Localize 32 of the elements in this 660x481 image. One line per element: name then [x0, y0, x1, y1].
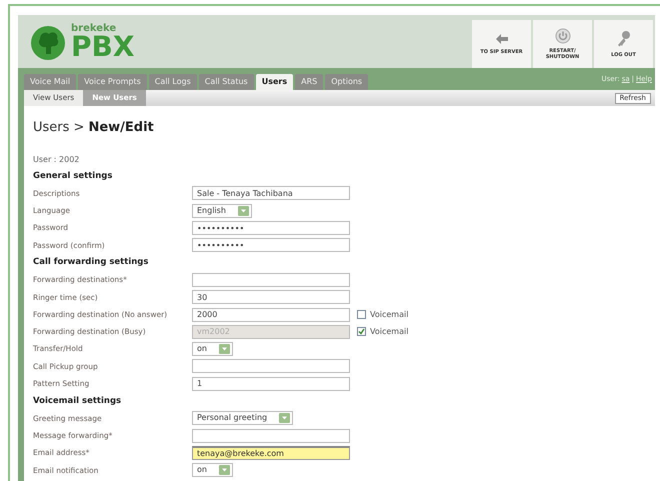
check-icon: [358, 328, 365, 336]
user-id-text: User : 2002: [33, 154, 80, 166]
dropdown[interactable]: on: [192, 342, 233, 356]
checkbox[interactable]: [357, 310, 366, 320]
section-heading: Call forwarding settings: [33, 256, 148, 269]
logo-subtitle: brekeke: [71, 24, 118, 34]
input-field[interactable]: [192, 428, 350, 443]
tab[interactable]: Users: [256, 74, 294, 90]
logo-title: PBX: [71, 33, 134, 61]
power-icon: [554, 28, 570, 44]
input-field[interactable]: 1: [192, 376, 350, 391]
breadcrumb-path: Users >: [33, 119, 84, 137]
page-title: New/Edit: [88, 119, 154, 137]
input-field[interactable]: [192, 359, 350, 374]
arrow-icon: [494, 33, 508, 45]
input-field[interactable]: Sale - Tenaya Tachibana: [192, 186, 350, 200]
input-field[interactable]: tenaya@brekeke.com: [192, 446, 350, 460]
tree-logo-icon: [28, 24, 68, 60]
dropdown[interactable]: English: [192, 204, 252, 218]
input-field[interactable]: [192, 272, 350, 287]
input-field[interactable]: 2000: [192, 308, 350, 322]
input-field[interactable]: ••••••••••: [192, 238, 350, 252]
key-icon: [616, 30, 632, 48]
input-field[interactable]: ••••••••••: [192, 221, 350, 236]
checkbox-label: Voicemail: [370, 308, 408, 321]
dropdown[interactable]: on: [192, 463, 233, 478]
dropdown[interactable]: Personal greeting: [192, 411, 294, 426]
checkbox[interactable]: [357, 327, 366, 336]
checkbox-label: Voicemail: [370, 326, 408, 338]
section-heading: General settings: [33, 170, 112, 183]
input-field[interactable]: 30: [192, 290, 350, 304]
section-heading: Voicemail settings: [33, 394, 122, 408]
